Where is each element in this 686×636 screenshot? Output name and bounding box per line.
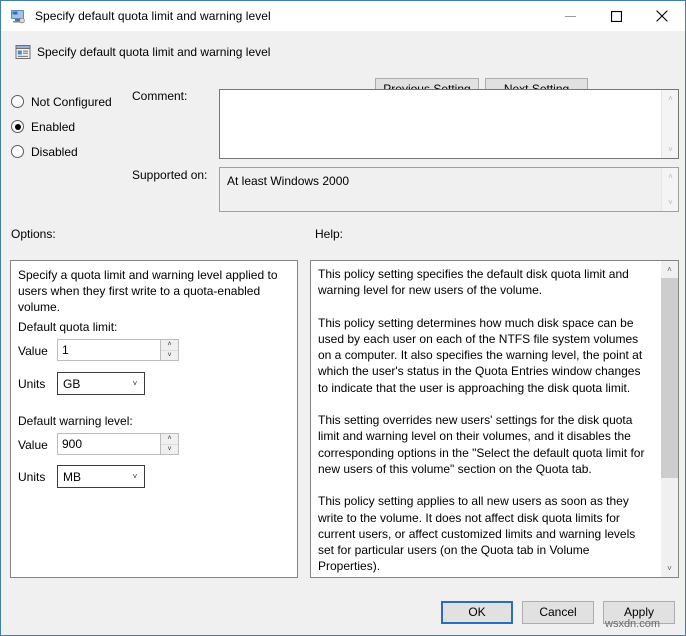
spin-down-icon[interactable]: ˅: [161, 351, 178, 361]
setting-title: Specify default quota limit and warning …: [37, 45, 271, 59]
radio-enabled[interactable]: Enabled: [11, 114, 131, 139]
radio-disabled[interactable]: Disabled: [11, 139, 131, 164]
radio-label-not-configured: Not Configured: [31, 94, 112, 109]
radio-label-enabled: Enabled: [31, 119, 76, 134]
warning-level-input[interactable]: [58, 434, 160, 454]
maximize-icon: [610, 10, 622, 22]
warning-level-spin-buttons[interactable]: ˄ ˅: [160, 434, 178, 454]
comment-scrollbar[interactable]: ˄ ˅: [661, 90, 678, 158]
help-panel: This policy setting specifies the defaul…: [310, 260, 679, 578]
chevron-down-icon[interactable]: ˅: [126, 379, 144, 388]
supported-on-scrollbar[interactable]: ˄ ˅: [661, 168, 678, 211]
comment-textarea[interactable]: ˄ ˅: [219, 89, 679, 159]
spin-up-icon[interactable]: ˄: [161, 434, 178, 445]
radio-mark-not-configured: [11, 95, 24, 108]
quota-limit-stepper[interactable]: ˄ ˅: [57, 339, 179, 361]
supported-on-label: Supported on:: [132, 168, 208, 182]
help-paragraph: This policy setting determines how much …: [318, 315, 643, 395]
scroll-up-icon[interactable]: ˄: [662, 90, 678, 107]
spin-up-icon[interactable]: ˄: [161, 340, 178, 351]
close-icon: [656, 10, 668, 22]
help-paragraph: This setting overrides new users' settin…: [318, 413, 645, 476]
radio-mark-disabled: [11, 145, 24, 158]
help-text: This policy setting specifies the defaul…: [318, 266, 651, 577]
warning-units-label: Units: [18, 470, 46, 484]
title-bar: Specify default quota limit and warning …: [1, 1, 685, 31]
help-section-label: Help:: [315, 227, 344, 241]
comment-label: Comment:: [132, 89, 188, 103]
help-scrollbar[interactable]: ˄ ˅: [661, 261, 678, 577]
dialog-header: Specify default quota limit and warning …: [1, 31, 685, 101]
scroll-down-icon[interactable]: ˅: [661, 560, 678, 577]
scroll-down-icon[interactable]: ˅: [662, 141, 678, 158]
default-quota-limit-label: Default quota limit:: [18, 320, 118, 334]
watermark: wsxdn.com: [605, 618, 661, 630]
quota-units-select[interactable]: GB ˅: [57, 372, 145, 395]
computer-monitor-icon: [10, 8, 26, 24]
window-title: Specify default quota limit and warning …: [35, 9, 271, 23]
radio-mark-enabled: [11, 120, 24, 133]
help-paragraph: This policy setting specifies the defaul…: [318, 267, 629, 298]
scroll-up-icon[interactable]: ˄: [661, 261, 678, 278]
ok-button[interactable]: OK: [441, 601, 513, 624]
warning-units-value: MB: [63, 469, 81, 484]
minimize-button[interactable]: [547, 1, 593, 31]
quota-limit-spin-buttons[interactable]: ˄ ˅: [160, 340, 178, 360]
policy-setting-dialog: Specify default quota limit and warning …: [0, 0, 686, 636]
chevron-down-icon[interactable]: ˅: [126, 472, 144, 481]
warning-units-select[interactable]: MB ˅: [57, 465, 145, 488]
scrollbar-thumb[interactable]: [661, 278, 678, 478]
supported-on-value: At least Windows 2000: [227, 174, 350, 188]
policy-setting-icon: [15, 44, 31, 60]
quota-units-value: GB: [63, 376, 81, 391]
scroll-down-icon[interactable]: ˅: [662, 194, 678, 211]
options-description: Specify a quota limit and warning level …: [18, 268, 278, 314]
scroll-up-icon[interactable]: ˄: [662, 168, 678, 185]
warning-level-stepper[interactable]: ˄ ˅: [57, 433, 179, 455]
minimize-icon: [564, 15, 576, 17]
options-panel: Specify a quota limit and warning level …: [10, 260, 298, 578]
radio-label-disabled: Disabled: [31, 144, 78, 159]
quota-limit-input[interactable]: [58, 340, 160, 360]
default-warning-level-label: Default warning level:: [18, 414, 133, 428]
cancel-button[interactable]: Cancel: [522, 601, 594, 624]
spin-down-icon[interactable]: ˅: [161, 445, 178, 455]
quota-value-label: Value: [18, 344, 48, 358]
close-button[interactable]: [639, 1, 685, 31]
help-paragraph: This policy setting applies to all new u…: [318, 494, 636, 574]
maximize-button[interactable]: [593, 1, 639, 31]
radio-not-configured[interactable]: Not Configured: [11, 89, 131, 114]
supported-on-field: At least Windows 2000 ˄ ˅: [219, 167, 679, 212]
policy-state-radio-group: Not Configured Enabled Disabled: [11, 89, 131, 164]
quota-units-label: Units: [18, 377, 46, 391]
warning-value-label: Value: [18, 438, 48, 452]
options-section-label: Options:: [11, 227, 56, 241]
